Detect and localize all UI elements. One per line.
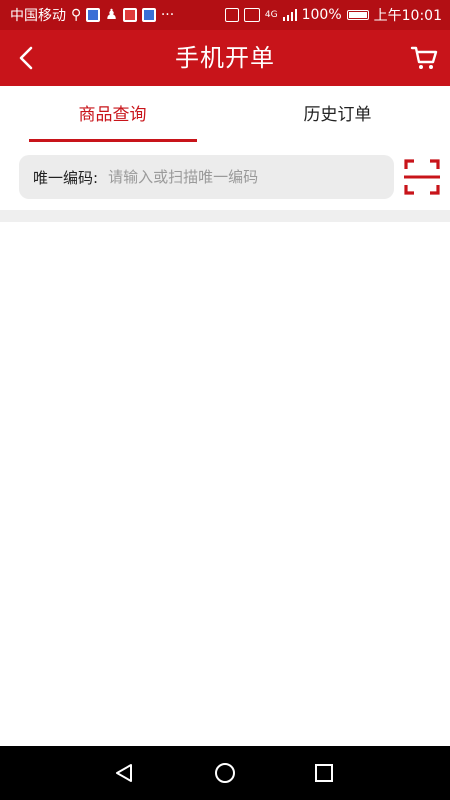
map-notification-icon bbox=[122, 8, 137, 22]
recents-square-icon bbox=[315, 764, 333, 782]
overflow-label: ··· bbox=[160, 7, 175, 23]
cart-button[interactable] bbox=[406, 40, 442, 76]
tab-history-orders[interactable]: 历史订单 bbox=[225, 86, 450, 144]
search-row: 唯一编码: bbox=[0, 144, 450, 210]
status-bar: 中国移动 ⚲ ♟ ··· 4G 100% 上午10:01 bbox=[0, 0, 450, 30]
section-divider bbox=[0, 210, 450, 222]
usb-icon: ⚲ bbox=[71, 7, 82, 23]
qq-icon: ♟ bbox=[105, 7, 118, 23]
app-notification-icon bbox=[86, 8, 101, 22]
battery-percent: 100% bbox=[301, 7, 342, 23]
active-tab-indicator bbox=[29, 139, 197, 142]
back-triangle-icon bbox=[116, 764, 132, 782]
unique-code-label: 唯一编码: bbox=[33, 168, 99, 187]
home-circle-icon bbox=[215, 763, 235, 783]
hd-icon bbox=[243, 8, 260, 22]
status-right: 4G 100% 上午10:01 bbox=[224, 5, 442, 25]
signal-icon bbox=[282, 9, 297, 21]
app-bar: 手机开单 bbox=[0, 30, 450, 86]
tab-bar: 商品查询 历史订单 bbox=[0, 86, 450, 144]
system-nav-bar bbox=[0, 746, 450, 800]
nav-back-button[interactable] bbox=[108, 757, 140, 789]
scan-button[interactable] bbox=[403, 158, 441, 196]
status-left: 中国移动 ⚲ ♟ ··· bbox=[10, 5, 174, 25]
message-notification-icon bbox=[141, 8, 156, 22]
scan-icon bbox=[404, 159, 440, 195]
clock: 上午10:01 bbox=[373, 8, 442, 24]
shopping-cart-icon bbox=[410, 46, 438, 69]
nfc-icon bbox=[224, 8, 239, 22]
page-title: 手机开单 bbox=[175, 44, 275, 72]
battery-icon bbox=[346, 10, 369, 20]
carrier-label: 中国移动 bbox=[10, 8, 66, 24]
nav-home-button[interactable] bbox=[209, 757, 241, 789]
network-label: 4G bbox=[264, 10, 278, 20]
unique-code-input[interactable] bbox=[106, 167, 371, 187]
tab-product-query[interactable]: 商品查询 bbox=[0, 86, 225, 144]
search-box: 唯一编码: bbox=[19, 155, 394, 199]
content-area bbox=[0, 222, 450, 746]
nav-recents-button[interactable] bbox=[308, 757, 340, 789]
